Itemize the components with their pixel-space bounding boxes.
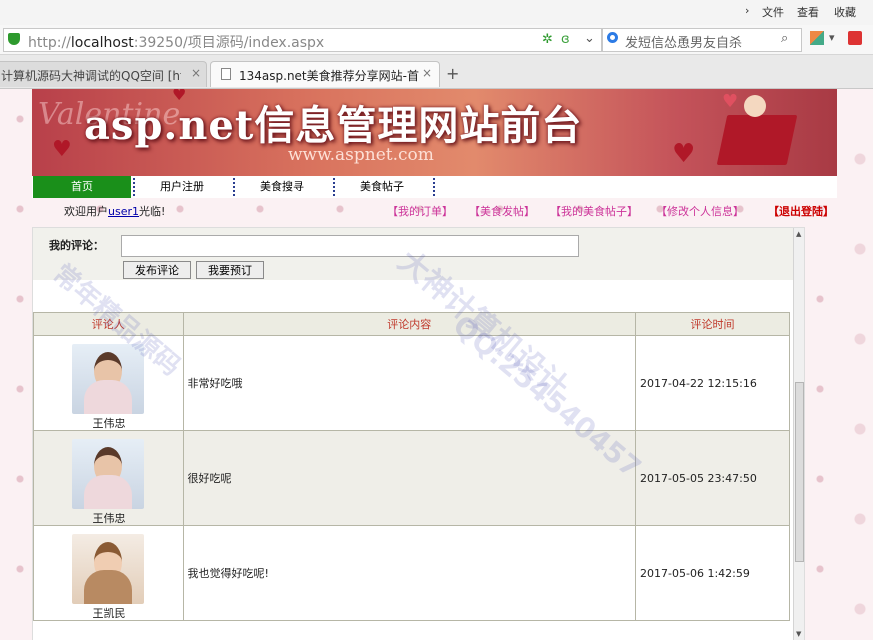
avatar (72, 534, 144, 604)
gift-cart-illustration (716, 115, 798, 165)
table-header-row: 评论人 评论内容 评论时间 (33, 312, 790, 336)
comment-input[interactable] (121, 235, 579, 257)
comments-table: 评论人 评论内容 评论时间 王伟忠 非常好吃哦 2017-04-22 12:15… (33, 312, 790, 621)
commenter-name: 王伟忠 (92, 417, 126, 430)
comment-content: 很好吃呢 (182, 430, 637, 526)
post-food-link[interactable]: 【美食发帖】 (469, 203, 535, 219)
comment-time: 2017-05-06 1:42:59 (635, 525, 790, 621)
comment-content: 非常好吃哦 (182, 335, 637, 431)
username-link[interactable]: user1 (108, 205, 139, 218)
avatar-body (84, 570, 132, 604)
main-nav: 首页 用户注册 美食搜寻 美食帖子 (32, 176, 837, 198)
tab-bar: 计算机源码大神调试的QQ空间 [http: × 134asp.net美食推荐分享… (0, 55, 873, 89)
speed-icon[interactable]: ɞ (561, 32, 570, 47)
nav-divider (433, 178, 435, 196)
col-commenter: 评论人 (33, 312, 184, 336)
comment-panel: 我的评论： 发布评论 我要预订 评论人 评论内容 评论时间 王伟忠 非常好吃哦 (32, 227, 805, 640)
avatar-body (84, 380, 132, 414)
browser-menubar: › 文件 查看 收藏 (0, 0, 873, 25)
logout-link[interactable]: 【退出登陆】 (768, 203, 834, 219)
comment-content: 我也觉得好吃呢! (182, 525, 637, 621)
address-bar[interactable]: http://localhost:39250/项目源码/index.aspx ✲… (3, 28, 602, 52)
tab-label: 134asp.net美食推荐分享网站-首页 (239, 69, 419, 83)
forward-arrow-icon[interactable]: › (745, 4, 749, 17)
book-button[interactable]: 我要预订 (196, 261, 264, 279)
site-banner: Valentine ♥ ♥ ♥ ♥ asp.net信息管理网站前台 www.as… (32, 89, 837, 176)
page-viewport: Valentine ♥ ♥ ♥ ♥ asp.net信息管理网站前台 www.as… (0, 89, 873, 640)
close-icon[interactable]: × (191, 66, 201, 80)
col-content: 评论内容 (182, 312, 637, 336)
address-toolbar: http://localhost:39250/项目源码/index.aspx ✲… (0, 25, 873, 55)
col-time: 评论时间 (635, 312, 790, 336)
welcome-text: 欢迎用户user1光临! (64, 205, 166, 218)
shield-icon (8, 33, 20, 45)
comment-label: 我的评论： (49, 239, 104, 252)
scrollbar-thumb[interactable] (795, 382, 804, 562)
commenter-name: 王伟忠 (92, 512, 126, 525)
user-bar: 欢迎用户user1光临! 【我的订单】 【美食发帖】 【我的美食帖子】 【修改个… (32, 201, 837, 219)
commenter-name: 王凯民 (92, 607, 126, 620)
table-row: 王凯民 我也觉得好吃呢! 2017-05-06 1:42:59 (33, 525, 790, 621)
nav-food-posts[interactable]: 美食帖子 (335, 176, 429, 198)
tab-food-site[interactable]: 134asp.net美食推荐分享网站-首页 × (210, 61, 440, 87)
nav-food-search[interactable]: 美食搜寻 (235, 176, 329, 198)
menu-view[interactable]: 查看 (797, 4, 819, 20)
banner-title: asp.net信息管理网站前台 (84, 102, 583, 149)
my-food-posts-link[interactable]: 【我的美食帖子】 (550, 203, 638, 219)
commenter-cell: 王凯民 (33, 525, 184, 621)
heart-icon: ♥ (672, 139, 696, 169)
my-orders-link[interactable]: 【我的订单】 (387, 203, 453, 219)
chevron-down-icon[interactable]: ⌄ (584, 31, 595, 46)
nav-register[interactable]: 用户注册 (135, 176, 229, 198)
search-engine-icon (607, 32, 618, 43)
table-row: 王伟忠 非常好吃哦 2017-04-22 12:15:16 (33, 335, 790, 431)
search-input[interactable]: 发短信怂恿男友自杀 ⌕ (602, 28, 802, 52)
scroll-up-arrow-icon[interactable]: ▲ (796, 230, 801, 238)
avatar (72, 439, 144, 509)
menu-favorites[interactable]: 收藏 (834, 4, 856, 20)
banner-subtitle: www.aspnet.com (288, 145, 434, 165)
heart-icon: ♥ (52, 137, 72, 162)
extension-icon[interactable] (848, 31, 862, 45)
edit-profile-link[interactable]: 【修改个人信息】 (656, 203, 744, 219)
search-placeholder: 发短信怂恿男友自杀 (625, 36, 743, 51)
table-row: 王伟忠 很好吃呢 2017-05-05 23:47:50 (33, 430, 790, 526)
commenter-cell: 王伟忠 (33, 430, 184, 526)
url-text: http://localhost:39250/项目源码/index.aspx (28, 35, 325, 51)
submit-comment-button[interactable]: 发布评论 (123, 261, 191, 279)
heart-icon: ♥ (722, 91, 739, 112)
apps-dropdown-icon[interactable]: ▾ (829, 31, 835, 44)
scroll-down-arrow-icon[interactable]: ▼ (796, 630, 801, 638)
couple-illustration (744, 95, 766, 117)
comment-form: 我的评论： 发布评论 我要预订 (33, 228, 793, 280)
refresh-icon[interactable]: ✲ (542, 32, 553, 47)
comment-time: 2017-05-05 23:47:50 (635, 430, 790, 526)
page-icon (221, 68, 231, 80)
tab-label: 计算机源码大神调试的QQ空间 [http: (1, 69, 181, 83)
vertical-scrollbar[interactable]: ▲ ▼ (793, 228, 804, 640)
new-tab-button[interactable]: + (446, 64, 459, 83)
nav-home[interactable]: 首页 (33, 176, 131, 198)
search-icon[interactable]: ⌕ (781, 31, 788, 46)
tab-qq-space[interactable]: 计算机源码大神调试的QQ空间 [http: × (0, 61, 207, 87)
avatar (72, 344, 144, 414)
comment-time: 2017-04-22 12:15:16 (635, 335, 790, 431)
commenter-cell: 王伟忠 (33, 335, 184, 431)
close-icon[interactable]: × (422, 66, 432, 80)
menu-file[interactable]: 文件 (762, 4, 784, 20)
apps-icon[interactable] (810, 31, 824, 45)
avatar-body (84, 475, 132, 509)
